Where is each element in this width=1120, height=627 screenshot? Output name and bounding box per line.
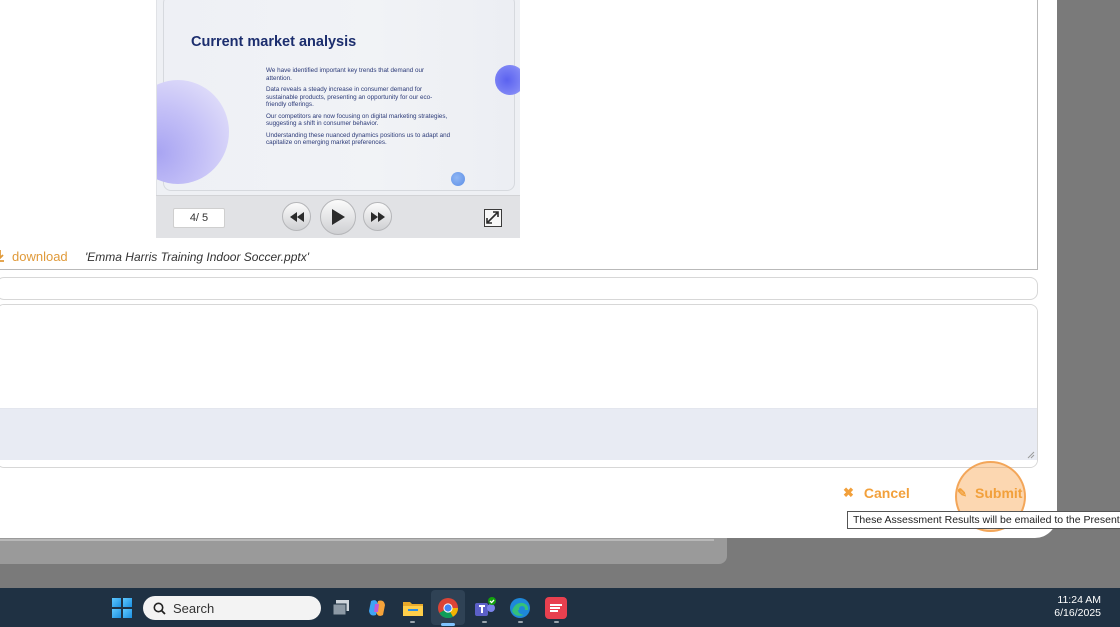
active-indicator: [441, 623, 455, 626]
textarea-bottom: [0, 460, 1037, 467]
copilot-icon[interactable]: [366, 597, 388, 619]
assessment-textarea[interactable]: [0, 304, 1038, 468]
assessment-modal: Current market analysis We have identifi…: [0, 0, 1120, 538]
slide-decoration-dot: [451, 172, 465, 186]
pencil-icon: ✎: [957, 486, 968, 500]
file-explorer-icon[interactable]: [402, 597, 424, 619]
background-divider: [0, 539, 714, 541]
search-icon: [153, 602, 166, 615]
slide-paragraph: Understanding these nuanced dynamics pos…: [266, 131, 451, 147]
fast-forward-button[interactable]: [363, 202, 392, 231]
fast-forward-icon: [370, 211, 385, 222]
slide-title: Current market analysis: [191, 34, 357, 50]
play-button[interactable]: [320, 199, 356, 235]
app-icon[interactable]: [545, 597, 567, 619]
page-indicator[interactable]: 4/ 5: [173, 208, 225, 228]
cancel-label: Cancel: [863, 485, 910, 501]
slide-paragraph: We have identified important key trends …: [266, 67, 425, 82]
player-controls: 4/ 5: [156, 195, 520, 238]
slide-canvas: Current market analysis We have identifi…: [156, 0, 520, 195]
running-indicator: [410, 621, 415, 623]
slide-paragraph: Our competitors are now focusing on digi…: [266, 112, 448, 128]
clock-time: 11:24 AM: [1057, 594, 1101, 606]
slide-paragraph: Data reveals a steady increase in consum…: [266, 86, 433, 108]
submit-label: Submit: [975, 485, 1023, 501]
system-clock[interactable]: 11:24 AM 6/16/2025: [1054, 594, 1101, 620]
taskbar: Search 11:24 AM 6/16/2025: [0, 588, 1120, 627]
running-indicator: [482, 621, 487, 623]
play-icon: [332, 209, 345, 225]
edge-icon[interactable]: [509, 597, 531, 619]
rewind-button[interactable]: [282, 202, 311, 231]
cancel-button[interactable]: ✖ Cancel: [843, 484, 910, 502]
clock-date: 6/16/2025: [1054, 607, 1101, 619]
attachment-filename: 'Emma Harris Training Indoor Soccer.pptx…: [85, 250, 309, 264]
download-icon[interactable]: [0, 249, 5, 263]
taskbar-search[interactable]: Search: [143, 596, 321, 620]
task-view-icon[interactable]: [330, 597, 352, 619]
submit-tooltip: These Assessment Results will be emailed…: [847, 511, 1120, 529]
windows-start-icon[interactable]: [112, 598, 132, 618]
download-link[interactable]: download: [12, 249, 68, 264]
slide-decoration-orb-right: [495, 65, 520, 95]
close-icon: ✖: [843, 485, 854, 500]
rewind-icon: [289, 211, 304, 222]
fullscreen-icon: [486, 211, 499, 224]
textarea-content-area[interactable]: [0, 305, 1037, 408]
presentation-preview-box: Current market analysis We have identifi…: [0, 0, 1038, 270]
teams-icon[interactable]: [473, 597, 496, 619]
assessment-input[interactable]: [0, 277, 1038, 300]
running-indicator: [518, 621, 523, 623]
chrome-icon[interactable]: [437, 597, 459, 619]
textarea-shaded-area[interactable]: [0, 408, 1037, 460]
search-placeholder: Search: [173, 600, 215, 616]
slide-body: We have identified important key trends …: [266, 67, 451, 151]
running-indicator: [554, 621, 559, 623]
slide-viewer: Current market analysis We have identifi…: [156, 0, 520, 238]
submit-button[interactable]: ✎ Submit: [957, 484, 1022, 502]
fullscreen-button[interactable]: [484, 209, 502, 227]
resize-handle-icon[interactable]: [1027, 451, 1035, 459]
